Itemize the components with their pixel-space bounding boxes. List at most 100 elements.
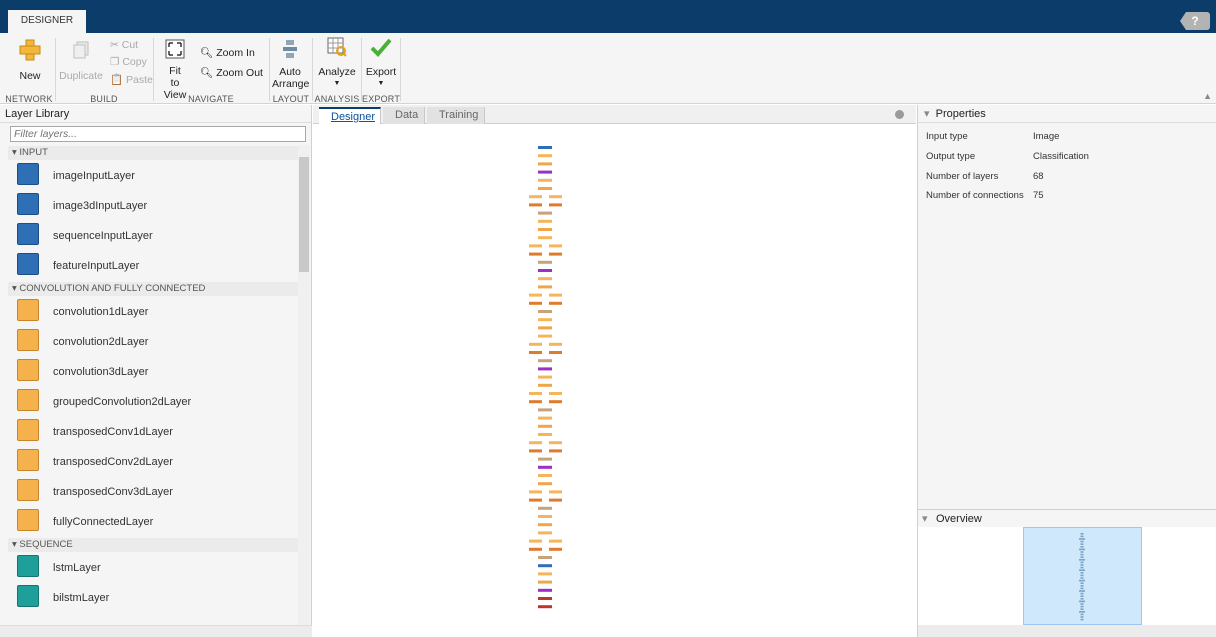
layer-item[interactable]: imageInputLayer — [8, 161, 298, 191]
auto-arrange-button[interactable]: Auto Arrange — [272, 39, 309, 90]
layer-node[interactable] — [529, 195, 542, 199]
filter-layers-input[interactable] — [10, 126, 306, 142]
layer-node[interactable] — [538, 523, 552, 527]
layer-node[interactable] — [538, 269, 552, 272]
layer-node[interactable] — [529, 301, 542, 305]
category-conv[interactable]: ▾ CONVOLUTION AND FULLY CONNECTED — [8, 282, 298, 296]
layer-node[interactable] — [549, 547, 562, 551]
layer-node[interactable] — [538, 285, 552, 289]
layer-node[interactable] — [538, 178, 552, 182]
overview-area[interactable] — [918, 527, 1216, 637]
layer-node[interactable] — [549, 244, 562, 248]
layer-node[interactable] — [538, 474, 552, 477]
layer-node[interactable] — [538, 170, 552, 174]
layer-node[interactable] — [538, 465, 552, 469]
help-icon[interactable]: ? — [1180, 12, 1210, 30]
layer-node[interactable] — [538, 146, 552, 149]
zoom-in-button[interactable]: 🔍︎ Zoom In — [200, 46, 255, 60]
copy-button[interactable]: ❐ Copy — [110, 55, 147, 69]
export-button[interactable]: Export ▼ — [364, 37, 398, 90]
layer-node[interactable] — [529, 342, 542, 346]
layer-node[interactable] — [538, 310, 552, 313]
layer-node[interactable] — [529, 203, 542, 207]
category-input[interactable]: ▾ INPUT — [8, 146, 298, 160]
layer-node[interactable] — [529, 293, 542, 297]
tab-designer[interactable]: Designer — [319, 107, 381, 124]
layer-node[interactable] — [538, 506, 552, 510]
layer-node[interactable] — [529, 252, 542, 256]
layer-item[interactable]: transposedConv2dLayer — [8, 447, 298, 477]
layer-node[interactable] — [538, 187, 552, 190]
overview-header[interactable]: ▾ Overview — [918, 509, 1216, 527]
layer-node[interactable] — [549, 449, 562, 453]
tab-training[interactable]: Training — [427, 107, 485, 124]
layer-node[interactable] — [538, 211, 552, 215]
layer-item[interactable]: groupedConvolution2dLayer — [8, 387, 298, 417]
layer-node[interactable] — [529, 449, 542, 453]
layer-node[interactable] — [538, 326, 552, 330]
overview-scrollbar[interactable] — [918, 625, 1216, 637]
layer-node[interactable] — [538, 375, 552, 379]
layer-node[interactable] — [538, 334, 552, 338]
layer-node[interactable] — [538, 424, 552, 428]
new-button[interactable]: New — [12, 39, 48, 82]
layer-node[interactable] — [538, 383, 552, 387]
layer-node[interactable] — [549, 195, 562, 199]
duplicate-button[interactable]: Duplicate — [58, 41, 104, 82]
layer-item[interactable]: convolution1dLayer — [8, 297, 298, 327]
layer-node[interactable] — [538, 219, 552, 223]
layer-item[interactable]: image3dInputLayer — [8, 191, 298, 221]
layer-node[interactable] — [549, 203, 562, 207]
layer-node[interactable] — [549, 301, 562, 305]
fit-to-view-button[interactable]: Fit to View — [158, 39, 192, 101]
layer-node[interactable] — [538, 359, 552, 363]
layer-node[interactable] — [549, 392, 562, 395]
layer-node[interactable] — [549, 342, 562, 346]
library-scroll-thumb[interactable] — [299, 157, 309, 272]
layer-node[interactable] — [529, 490, 542, 494]
designer-tab[interactable]: DESIGNER — [8, 10, 86, 33]
layer-node[interactable] — [538, 367, 552, 371]
layer-node[interactable] — [529, 392, 542, 395]
layer-node[interactable] — [549, 252, 562, 256]
layer-node[interactable] — [538, 433, 552, 436]
layer-item[interactable]: transposedConv1dLayer — [8, 417, 298, 447]
layer-node[interactable] — [529, 351, 542, 354]
layer-node[interactable] — [538, 457, 552, 461]
layer-node[interactable] — [538, 260, 552, 264]
layer-node[interactable] — [538, 597, 552, 600]
layer-node[interactable] — [529, 244, 542, 248]
library-hscrollbar[interactable] — [0, 625, 312, 637]
layer-node[interactable] — [538, 408, 552, 412]
tab-data[interactable]: Data — [383, 107, 425, 124]
layer-node[interactable] — [538, 482, 552, 486]
layer-node[interactable] — [549, 441, 562, 445]
layer-node[interactable] — [538, 580, 552, 584]
layer-node[interactable] — [538, 564, 552, 568]
layer-node[interactable] — [538, 515, 552, 518]
layer-item[interactable]: transposedConv3dLayer — [8, 477, 298, 507]
layer-node[interactable] — [549, 539, 562, 543]
layer-node[interactable] — [538, 277, 552, 281]
layer-item[interactable]: bilstmLayer — [8, 583, 298, 613]
layer-node[interactable] — [529, 547, 542, 551]
layer-node[interactable] — [529, 539, 542, 543]
network-graph[interactable] — [313, 124, 916, 637]
layer-node[interactable] — [538, 416, 552, 420]
layer-node[interactable] — [538, 556, 552, 559]
layer-node[interactable] — [538, 162, 552, 166]
layer-node[interactable] — [538, 318, 552, 322]
layer-node[interactable] — [538, 572, 552, 576]
layer-item[interactable]: lstmLayer — [8, 553, 298, 583]
layer-node[interactable] — [549, 490, 562, 494]
layer-item[interactable]: fullyConnectedLayer — [8, 507, 298, 537]
layer-node[interactable] — [549, 400, 562, 404]
analyze-button[interactable]: Analyze ▼ — [316, 37, 358, 90]
category-sequence[interactable]: ▾ SEQUENCE — [8, 538, 298, 552]
properties-header[interactable]: ▾ Properties — [918, 105, 1216, 123]
layer-item[interactable]: featureInputLayer — [8, 251, 298, 281]
paste-button[interactable]: 📋 Paste — [110, 73, 153, 87]
layer-item[interactable]: convolution3dLayer — [8, 357, 298, 387]
layer-node[interactable] — [549, 498, 562, 502]
layer-node[interactable] — [529, 498, 542, 502]
